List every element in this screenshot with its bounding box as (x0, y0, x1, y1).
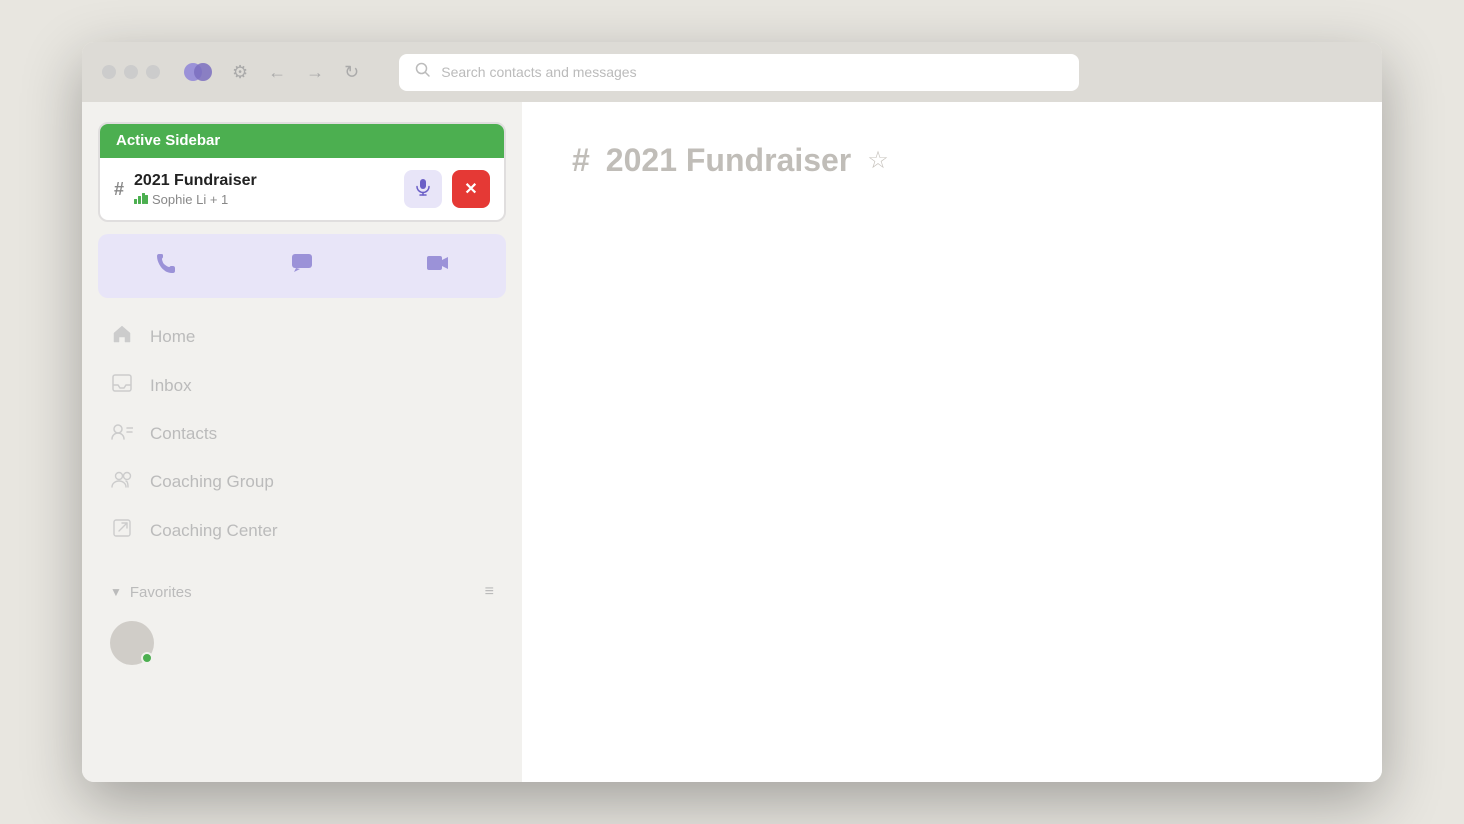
avatar[interactable] (110, 621, 154, 665)
channel-title-name: 2021 Fundraiser (606, 142, 851, 179)
search-placeholder: Search contacts and messages (441, 64, 636, 80)
sidebar-item-coaching-group[interactable]: Coaching Group (98, 460, 506, 504)
favorite-star-icon[interactable]: ☆ (867, 146, 889, 175)
minimize-traffic-light[interactable] (124, 65, 138, 79)
close-traffic-light[interactable] (102, 65, 116, 79)
active-sidebar-title: Active Sidebar (116, 132, 220, 149)
app-logo (180, 54, 216, 90)
sidebar-item-inbox[interactable]: Inbox (98, 364, 506, 408)
call-info: 2021 Fundraiser Sophie Li + 1 (134, 172, 394, 207)
call-name: 2021 Fundraiser (134, 172, 394, 190)
favorites-label: Favorites (130, 584, 477, 601)
back-icon[interactable]: ← (268, 62, 286, 83)
channel-hash-symbol: # (114, 179, 124, 200)
action-buttons (98, 234, 506, 298)
message-icon (291, 253, 313, 279)
contacts-icon (110, 422, 134, 446)
main-panel: # 2021 Fundraiser ☆ (522, 102, 1382, 782)
sidebar: Active Sidebar # 2021 Fundraiser (82, 102, 522, 782)
message-action-button[interactable] (234, 234, 370, 298)
end-call-button[interactable]: ✕ (452, 170, 490, 208)
titlebar-controls: ⚙ ← → ↻ Search contacts and messages (232, 54, 1362, 91)
nav-divider (98, 562, 506, 563)
video-icon (426, 254, 450, 278)
sidebar-item-coaching-group-label: Coaching Group (150, 472, 274, 492)
search-icon (415, 62, 431, 83)
coaching-group-icon (110, 470, 134, 494)
close-icon: ✕ (464, 179, 477, 199)
search-bar[interactable]: Search contacts and messages (399, 54, 1079, 91)
forward-icon[interactable]: → (306, 62, 324, 83)
channel-title: # 2021 Fundraiser ☆ (572, 142, 1332, 179)
fullscreen-traffic-light[interactable] (146, 65, 160, 79)
call-participants: Sophie Li + 1 (134, 192, 394, 207)
refresh-icon[interactable]: ↻ (344, 62, 359, 83)
participants-text: Sophie Li + 1 (152, 192, 228, 207)
titlebar: ⚙ ← → ↻ Search contacts and messages (82, 42, 1382, 102)
main-content: Active Sidebar # 2021 Fundraiser (82, 102, 1382, 782)
video-action-button[interactable] (370, 234, 506, 298)
sidebar-item-home-label: Home (150, 327, 195, 347)
favorites-section: ▼ Favorites ≡ (98, 575, 506, 609)
favorites-arrow-icon[interactable]: ▼ (110, 585, 122, 599)
app-window: ⚙ ← → ↻ Search contacts and messages (82, 42, 1382, 782)
phone-action-button[interactable] (98, 234, 234, 298)
signal-bars-icon (134, 192, 148, 207)
sidebar-item-contacts[interactable]: Contacts (98, 412, 506, 456)
sidebar-item-coaching-center[interactable]: Coaching Center (98, 508, 506, 554)
favorites-menu-icon[interactable]: ≡ (485, 583, 494, 601)
avatar-row (98, 613, 506, 673)
phone-icon (155, 252, 177, 280)
active-sidebar-card: Active Sidebar # 2021 Fundraiser (98, 122, 506, 222)
inbox-icon (110, 374, 134, 398)
sidebar-item-contacts-label: Contacts (150, 424, 217, 444)
sidebar-item-coaching-center-label: Coaching Center (150, 521, 278, 541)
active-call-row: # 2021 Fundraiser (100, 158, 504, 220)
coaching-center-icon (110, 518, 134, 544)
sidebar-item-home[interactable]: Home (98, 314, 506, 360)
mic-button[interactable] (404, 170, 442, 208)
channel-title-hash: # (572, 142, 590, 179)
online-indicator (141, 652, 153, 664)
mic-icon (416, 178, 430, 201)
traffic-lights (102, 65, 160, 79)
settings-icon[interactable]: ⚙ (232, 62, 248, 83)
active-sidebar-header: Active Sidebar (100, 124, 504, 158)
sidebar-item-inbox-label: Inbox (150, 376, 192, 396)
home-icon (110, 324, 134, 350)
